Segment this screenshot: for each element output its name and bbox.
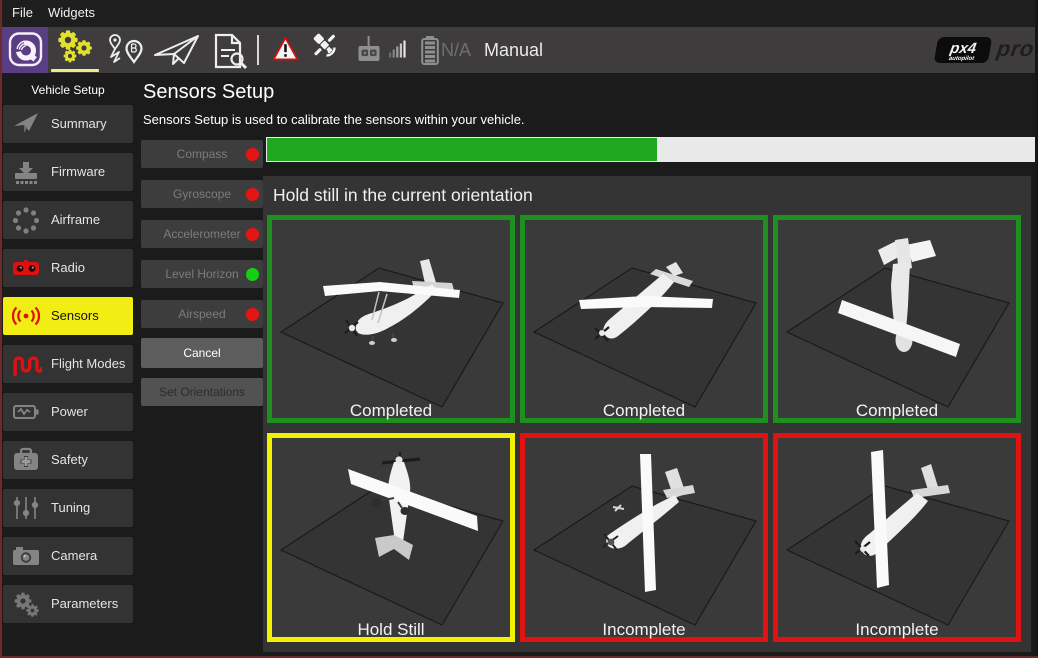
svg-text:px4: px4: [948, 40, 978, 57]
svg-text:autopilot: autopilot: [948, 56, 975, 62]
